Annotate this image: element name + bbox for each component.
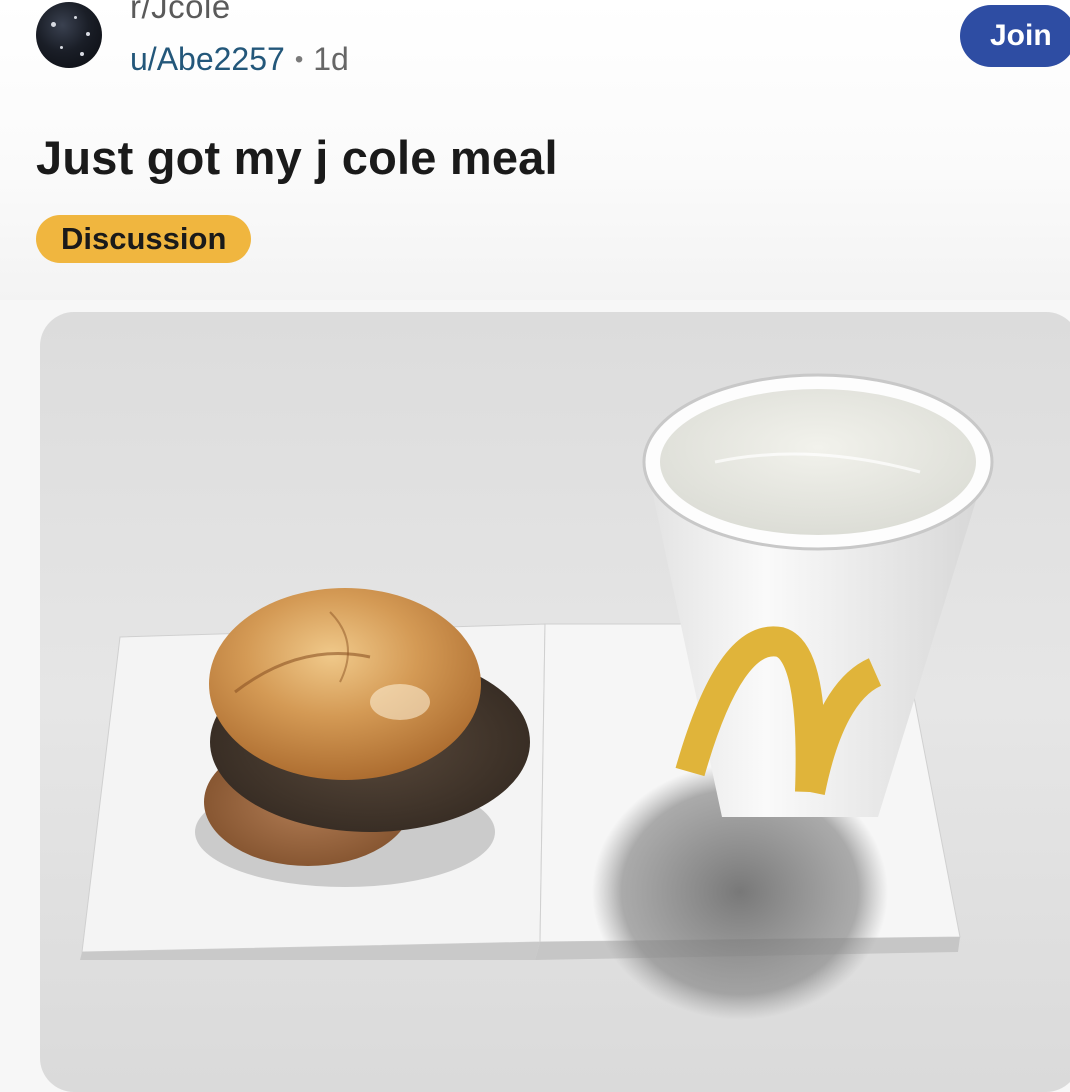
meal-photo <box>40 312 1070 1092</box>
post-title[interactable]: Just got my j cole meal <box>36 130 558 185</box>
join-button[interactable]: Join <box>960 5 1070 67</box>
meta-separator: • <box>294 45 304 73</box>
author-link[interactable]: u/Abe2257 <box>130 41 285 78</box>
subreddit-name[interactable]: r/Jcole <box>130 0 231 26</box>
community-avatar[interactable] <box>36 2 102 68</box>
post-meta: u/Abe2257 • 1d <box>130 41 349 78</box>
post-image[interactable] <box>40 312 1070 1092</box>
flair-badge[interactable]: Discussion <box>36 215 252 263</box>
post-age: 1d <box>313 41 349 77</box>
